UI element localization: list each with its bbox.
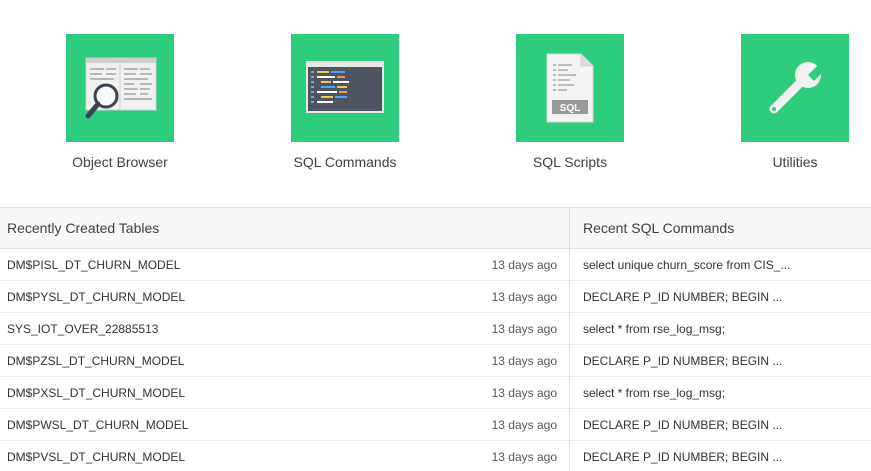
table-row[interactable]: DM$PXSL_DT_CHURN_MODEL 13 days ago [0, 377, 569, 409]
object-browser-tile[interactable]: Object Browser [40, 34, 200, 171]
object-browser-icon [85, 57, 157, 119]
sql-command-text[interactable]: DECLARE P_ID NUMBER; BEGIN ... [583, 450, 859, 464]
recent-panels: Recently Created Tables DM$PISL_DT_CHURN… [0, 207, 871, 471]
recent-tables-header: Recently Created Tables [0, 208, 569, 249]
sql-command-row[interactable]: DECLARE P_ID NUMBER; BEGIN ... [570, 409, 871, 441]
recent-sql-panel: Recent SQL Commands select unique churn_… [570, 208, 871, 471]
created-time: 13 days ago [491, 449, 557, 464]
recent-tables-panel: Recently Created Tables DM$PISL_DT_CHURN… [0, 208, 570, 471]
sql-command-row[interactable]: select * from rse_log_msg; [570, 377, 871, 409]
created-time: 13 days ago [491, 353, 557, 368]
sql-command-row[interactable]: DECLARE P_ID NUMBER; BEGIN ... [570, 345, 871, 377]
sql-scripts-label[interactable]: SQL Scripts [490, 153, 650, 171]
recent-sql-header: Recent SQL Commands [570, 208, 871, 249]
table-row[interactable]: DM$PVSL_DT_CHURN_MODEL 13 days ago [0, 441, 569, 471]
table-name[interactable]: DM$PVSL_DT_CHURN_MODEL [7, 450, 492, 464]
table-name[interactable]: SYS_IOT_OVER_22885513 [7, 322, 492, 336]
tools-section: Object Browser SQL Commands SQL SQL Scri… [0, 0, 871, 207]
created-time: 13 days ago [491, 257, 557, 272]
created-time: 13 days ago [491, 321, 557, 336]
utilities-icon-box[interactable] [741, 34, 849, 142]
table-row[interactable]: SYS_IOT_OVER_22885513 13 days ago [0, 313, 569, 345]
object-browser-icon-box[interactable] [66, 34, 174, 142]
sql-command-text[interactable]: DECLARE P_ID NUMBER; BEGIN ... [583, 354, 859, 368]
object-browser-label[interactable]: Object Browser [40, 153, 200, 171]
created-time: 13 days ago [491, 417, 557, 432]
utilities-tile[interactable]: Utilities [715, 34, 871, 171]
sql-command-text[interactable]: select unique churn_score from CIS_... [583, 258, 859, 272]
sql-commands-icon [306, 61, 384, 113]
table-name[interactable]: DM$PWSL_DT_CHURN_MODEL [7, 418, 492, 432]
table-row[interactable]: DM$PWSL_DT_CHURN_MODEL 13 days ago [0, 409, 569, 441]
sql-command-text[interactable]: select * from rse_log_msg; [583, 322, 859, 336]
created-time: 13 days ago [491, 289, 557, 304]
sql-scripts-tile[interactable]: SQL SQL Scripts [490, 34, 650, 171]
sql-commands-label[interactable]: SQL Commands [265, 153, 425, 171]
sql-command-text[interactable]: select * from rse_log_msg; [583, 386, 859, 400]
table-name[interactable]: DM$PISL_DT_CHURN_MODEL [7, 258, 492, 272]
table-row[interactable]: DM$PZSL_DT_CHURN_MODEL 13 days ago [0, 345, 569, 377]
table-name[interactable]: DM$PYSL_DT_CHURN_MODEL [7, 290, 492, 304]
sql-commands-icon-box[interactable] [291, 34, 399, 142]
sql-command-row[interactable]: DECLARE P_ID NUMBER; BEGIN ... [570, 281, 871, 313]
sql-command-text[interactable]: DECLARE P_ID NUMBER; BEGIN ... [583, 418, 859, 432]
sql-commands-tile[interactable]: SQL Commands [265, 34, 425, 171]
sql-command-row[interactable]: select unique churn_score from CIS_... [570, 249, 871, 281]
table-name[interactable]: DM$PXSL_DT_CHURN_MODEL [7, 386, 492, 400]
sql-command-row[interactable]: select * from rse_log_msg; [570, 313, 871, 345]
sql-command-row[interactable]: DECLARE P_ID NUMBER; BEGIN ... [570, 441, 871, 471]
created-time: 13 days ago [491, 385, 557, 400]
table-name[interactable]: DM$PZSL_DT_CHURN_MODEL [7, 354, 492, 368]
sql-command-text[interactable]: DECLARE P_ID NUMBER; BEGIN ... [583, 290, 859, 304]
wrench-icon [769, 62, 826, 114]
sql-scripts-icon: SQL [546, 53, 594, 123]
sql-scripts-icon-box[interactable]: SQL [516, 34, 624, 142]
table-row[interactable]: DM$PYSL_DT_CHURN_MODEL 13 days ago [0, 281, 569, 313]
table-row[interactable]: DM$PISL_DT_CHURN_MODEL 13 days ago [0, 249, 569, 281]
utilities-label[interactable]: Utilities [715, 153, 871, 171]
sql-badge: SQL [560, 103, 581, 114]
